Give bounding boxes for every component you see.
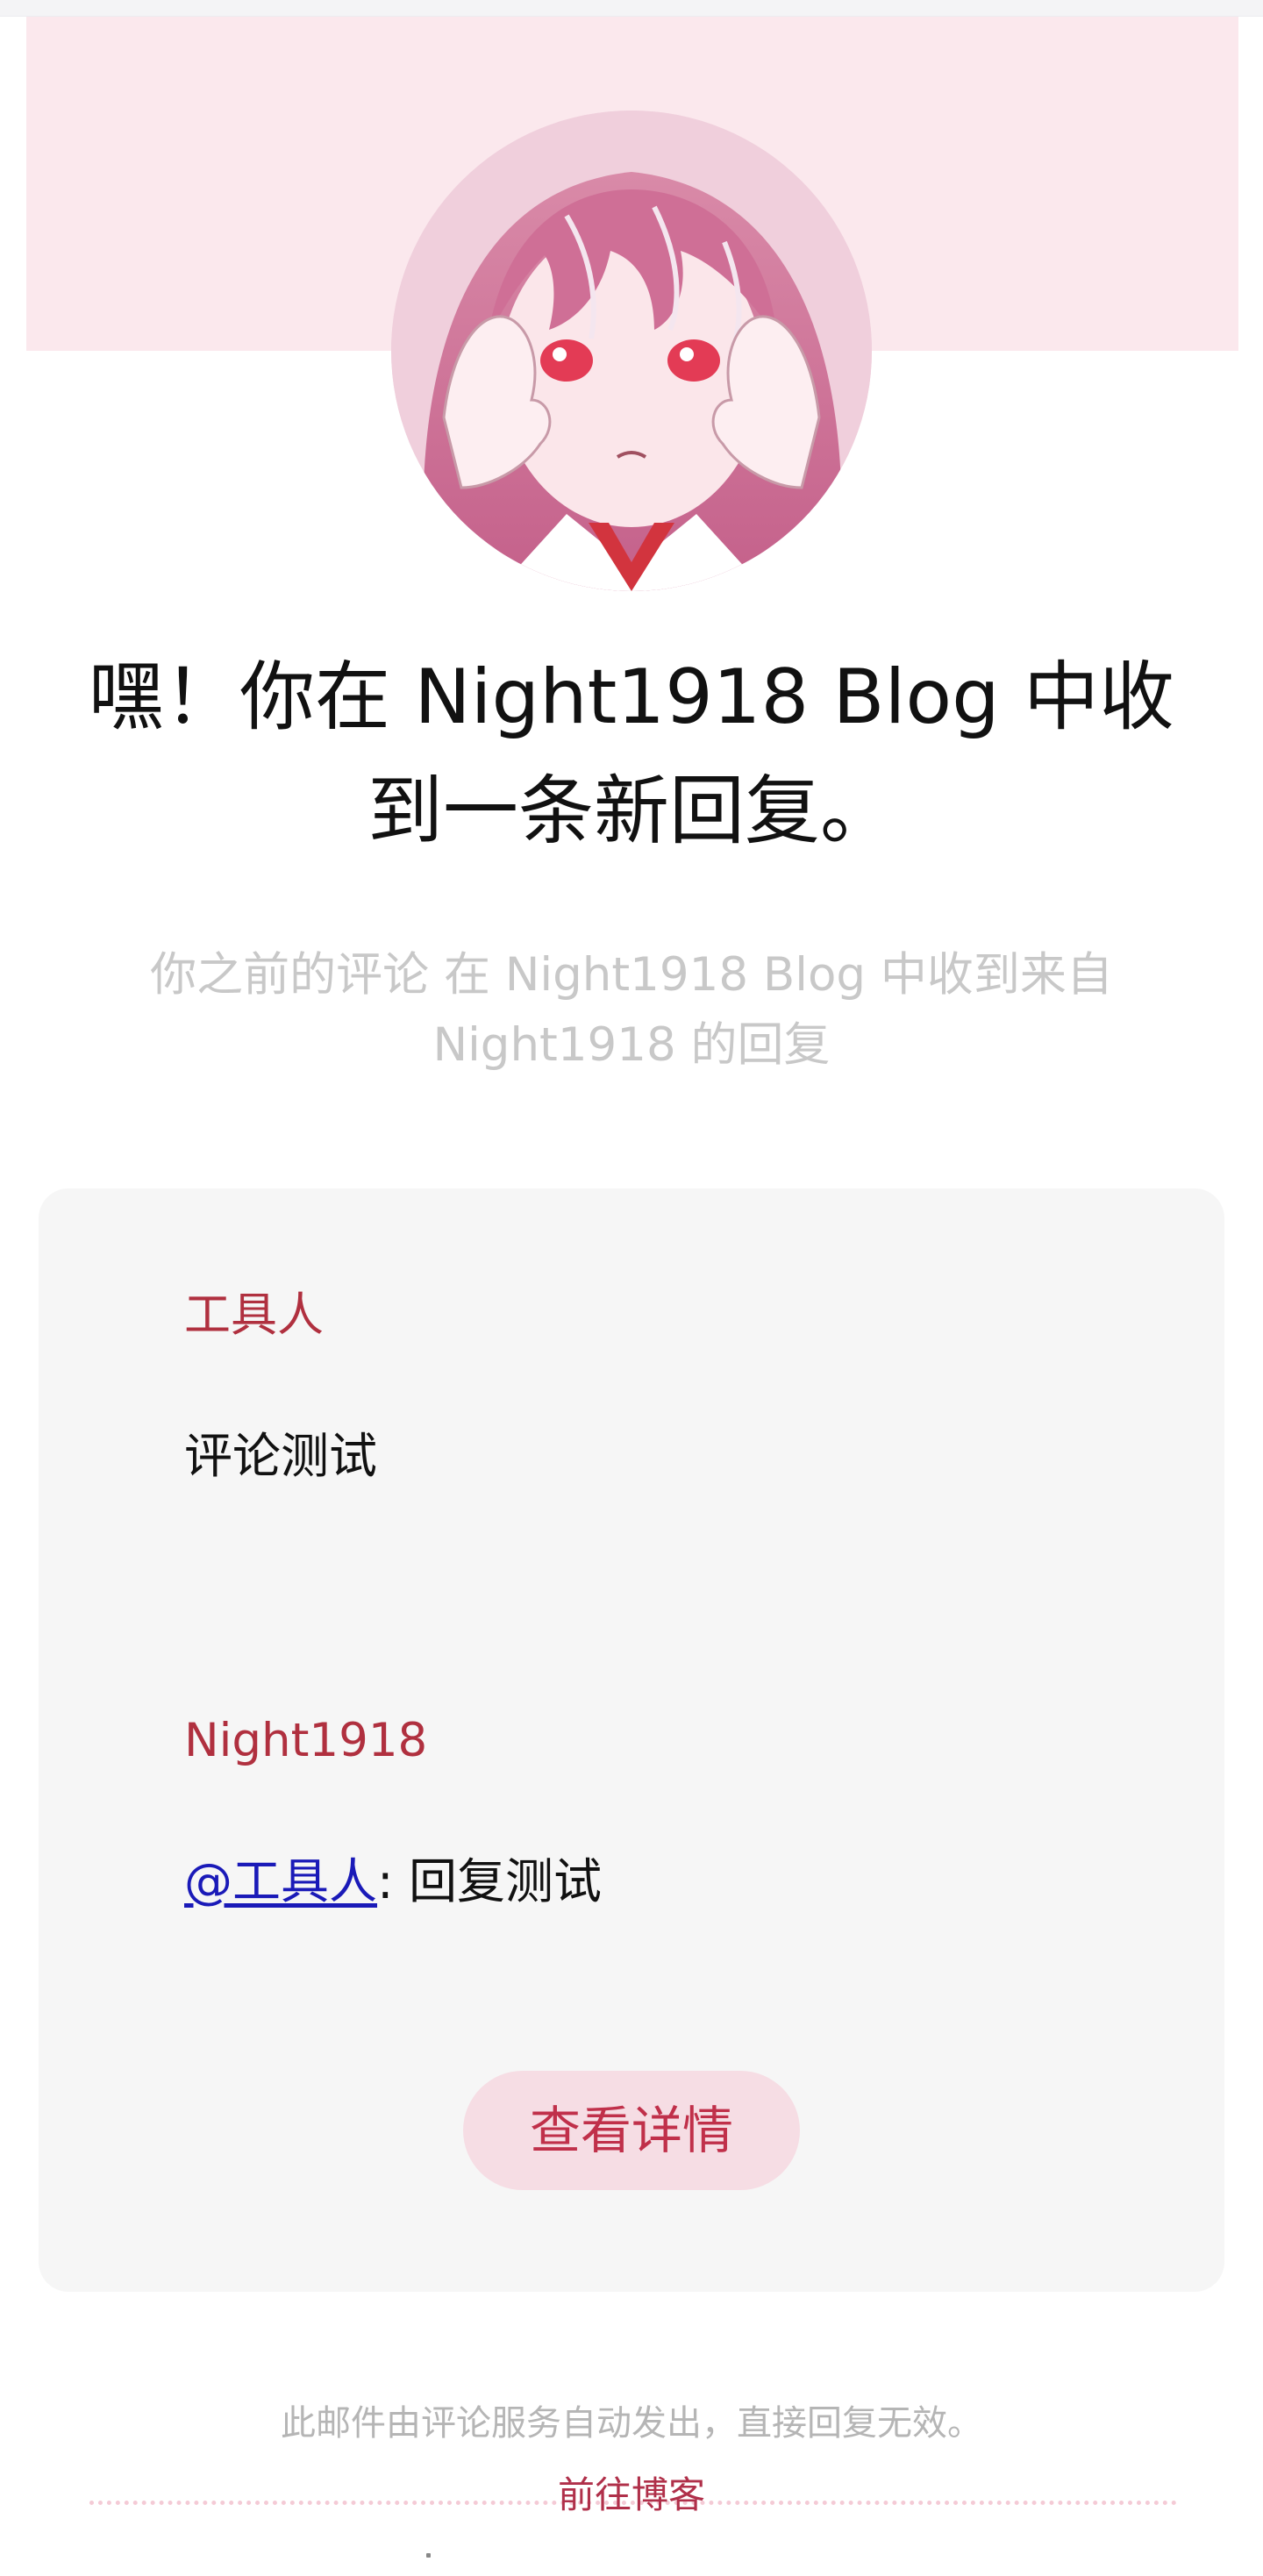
notification-subtitle: 你之前的评论 在 Night1918 Blog 中收到来自 Night1918 … <box>150 948 1113 1072</box>
avatar <box>391 111 872 591</box>
original-comment-author: 工具人 <box>184 1288 324 1342</box>
view-details-button[interactable]: 查看详情 <box>463 2071 800 2190</box>
original-comment-text: 评论测试 <box>184 1428 378 1484</box>
mention-separator: : <box>377 1853 410 1909</box>
page-title: 嘿！你在 Night1918 Blog 中收到一条新回复。 <box>88 653 1174 855</box>
reply-author: Night1918 <box>184 1714 428 1767</box>
footer-note: 此邮件由评论服务自动发出，直接回复无效。 <box>281 2403 982 2444</box>
reply-text: @工具人: 回复测试 <box>184 1852 602 1910</box>
mention-link[interactable]: @工具人 <box>184 1853 377 1909</box>
go-to-blog-link[interactable]: 前往博客 <box>0 2469 1263 2522</box>
decorative-dot <box>426 2553 431 2558</box>
top-edge <box>0 0 1263 17</box>
anime-girl-avatar-icon <box>391 111 872 591</box>
comment-card: 工具人 评论测试 Night1918 @工具人: 回复测试 查看详情 <box>39 1188 1224 2558</box>
reply-body: 回复测试 <box>409 1853 603 1909</box>
